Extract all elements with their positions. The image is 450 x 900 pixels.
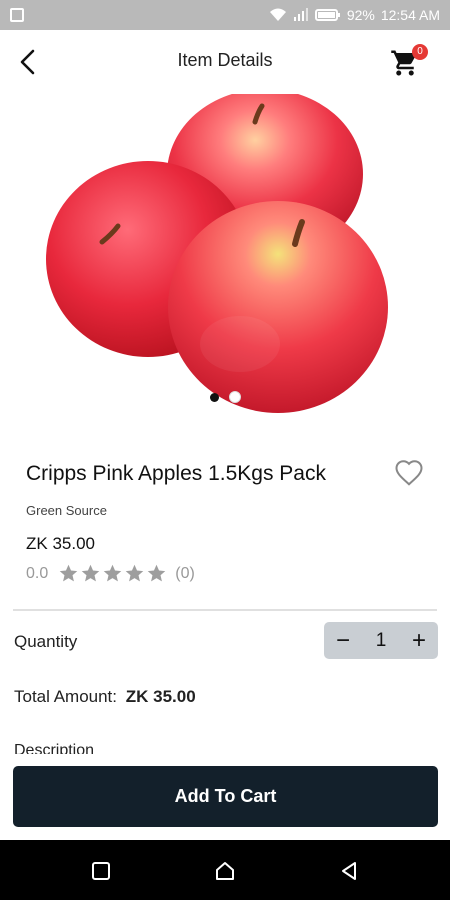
carousel-dot-active[interactable] [209,393,219,402]
brand-name: Green Source [26,503,107,518]
product-rating: 0.0 (0) [26,563,195,584]
carousel-indicator [0,391,450,403]
quantity-stepper: − 1 + [324,622,438,659]
cart-count-badge: 0 [412,44,428,60]
review-count: (0) [175,564,195,582]
favorite-button[interactable] [394,458,426,490]
heart-outline-icon [395,460,423,486]
clock: 12:54 AM [380,7,440,23]
product-image [46,94,388,413]
app-bar: Item Details 0 [0,30,450,94]
description-heading: Description [14,742,95,754]
increase-quantity-button[interactable]: + [412,628,426,653]
square-icon[interactable] [90,860,112,882]
star-icon [148,564,166,582]
gallery-notification-icon [10,8,24,22]
total-amount-row: Total Amount: ZK 35.00 [14,687,196,707]
triangle-back-icon[interactable] [338,860,360,882]
rating-value: 0.0 [26,564,49,582]
page-title: Item Details [177,50,273,70]
home-icon[interactable] [214,860,236,882]
battery-percentage: 92% [346,7,375,23]
rating-stars [58,563,167,584]
add-to-cart-button[interactable]: Add To Cart [13,766,438,827]
battery-icon [314,9,340,21]
star-icon [126,564,144,582]
carousel-dot[interactable] [228,391,241,403]
product-image-carousel[interactable] [0,94,450,424]
signal-icon [293,8,308,21]
wifi-icon [269,8,286,21]
quantity-label: Quantity [14,632,78,651]
divider [13,609,437,611]
product-name: Cripps Pink Apples 1.5Kgs Pack [26,462,326,485]
total-amount-label: Total Amount: [14,687,118,706]
quantity-value: 1 [375,629,387,651]
status-bar: 92% 12:54 AM [0,0,450,30]
cart-button[interactable]: 0 [390,44,428,78]
star-icon [82,564,100,582]
product-price: ZK 35.00 [26,534,95,553]
decrease-quantity-button[interactable]: − [336,628,350,653]
system-navigation-bar [0,840,450,900]
star-icon [104,564,122,582]
star-icon [60,564,78,582]
total-amount-value: ZK 35.00 [125,687,196,706]
